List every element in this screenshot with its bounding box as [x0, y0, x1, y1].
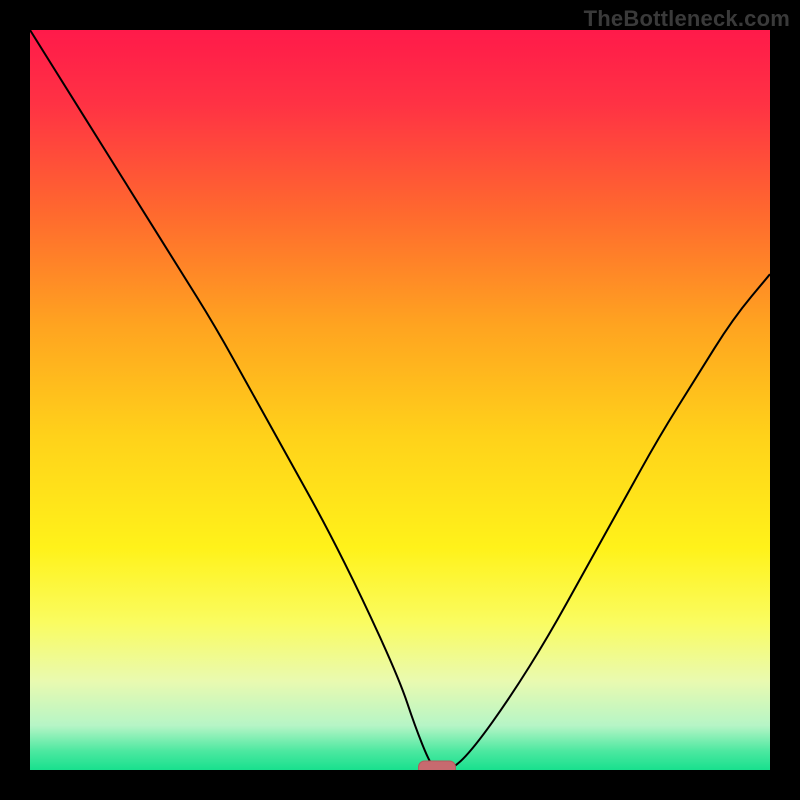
optimum-marker [419, 761, 456, 770]
curve-layer [30, 30, 770, 770]
plot-area [30, 30, 770, 770]
bottleneck-curve [30, 30, 770, 770]
chart-frame: TheBottleneck.com [0, 0, 800, 800]
watermark-text: TheBottleneck.com [584, 6, 790, 32]
